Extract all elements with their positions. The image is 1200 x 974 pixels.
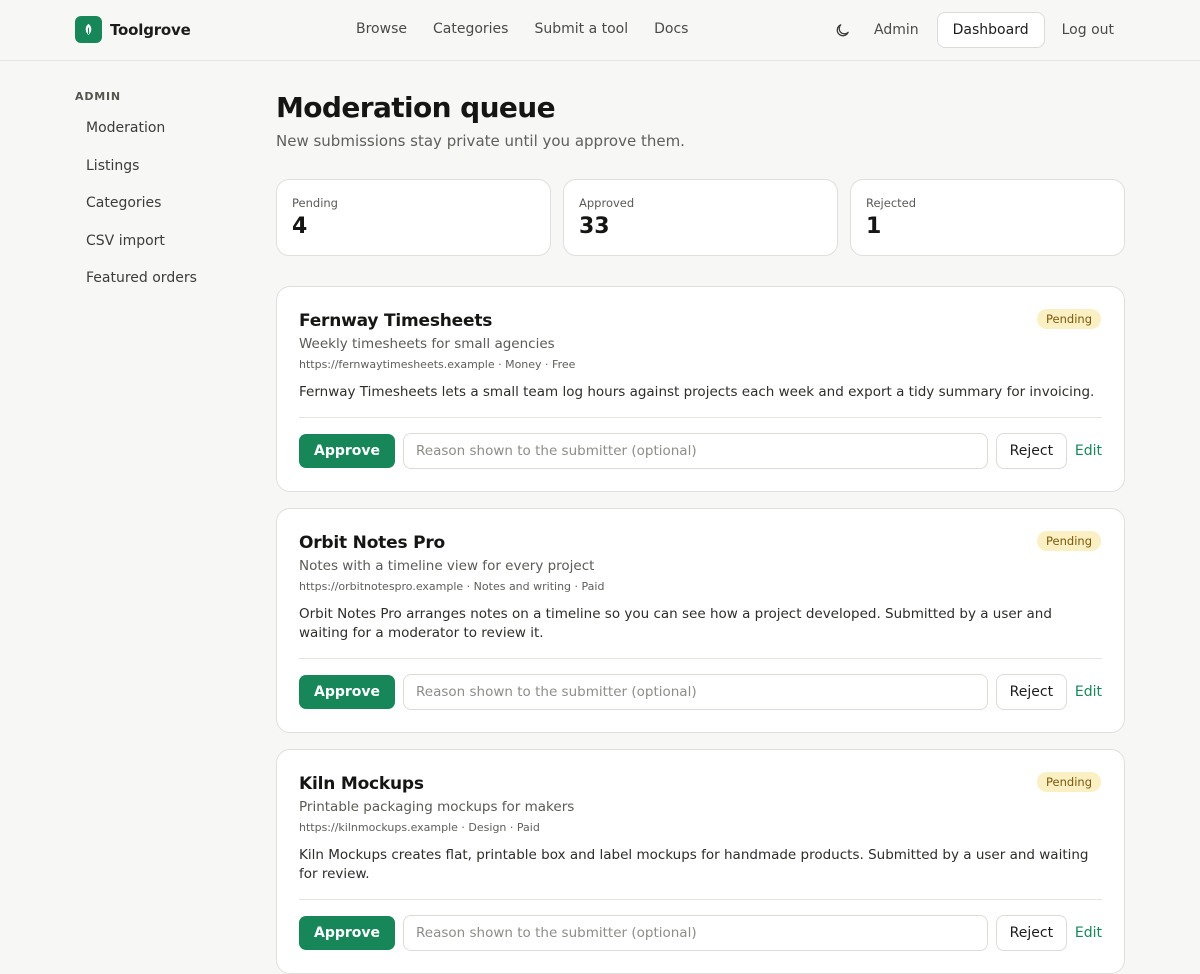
edit-link[interactable]: Edit [1075, 925, 1102, 941]
leaf-logo-icon [75, 16, 102, 43]
stat-label: Pending [292, 196, 338, 210]
submission-meta: https://orbitnotespro.example · Notes an… [299, 580, 605, 593]
moderation-actions: Approve Reject Edit [299, 674, 1102, 710]
submission-title: Fernway Timesheets [299, 311, 493, 331]
dashboard-button[interactable]: Dashboard [936, 12, 1045, 48]
main-content: Moderation queue New submissions stay pr… [276, 90, 1125, 974]
reason-input[interactable] [403, 915, 988, 951]
approve-button[interactable]: Approve [299, 434, 396, 468]
brand-name: Toolgrove [110, 20, 191, 39]
edit-link[interactable]: Edit [1075, 684, 1102, 700]
stat-label: Approved [579, 196, 635, 210]
submission-card: Pending Kiln Mockups Printable packaging… [276, 749, 1125, 974]
submission-title: Orbit Notes Pro [299, 533, 445, 553]
sidebar-item-csv-import[interactable]: CSV import [75, 230, 245, 268]
reason-input[interactable] [403, 433, 988, 469]
stat-value: 1 [866, 214, 882, 239]
page-title: Moderation queue [276, 91, 556, 124]
submission-meta: https://fernwaytimesheets.example · Mone… [299, 358, 576, 371]
stat-label: Rejected [866, 196, 917, 210]
approve-button[interactable]: Approve [299, 916, 396, 950]
nav-categories[interactable]: Categories [433, 21, 508, 37]
reject-button[interactable]: Reject [995, 915, 1067, 951]
edit-link[interactable]: Edit [1075, 443, 1102, 459]
nav-submit-a-tool[interactable]: Submit a tool [534, 21, 628, 37]
submission-card: Pending Fernway Timesheets Weekly timesh… [276, 286, 1125, 492]
status-badge: Pending [1037, 309, 1101, 329]
sidebar-item-moderation[interactable]: Moderation [75, 117, 245, 155]
sidebar-heading: ADMIN [75, 90, 121, 103]
sidebar-item-listings[interactable]: Listings [75, 155, 245, 193]
status-badge: Pending [1037, 531, 1101, 551]
page-subtitle: New submissions stay private until you a… [276, 132, 685, 150]
submission-description: Kiln Mockups creates flat, printable box… [299, 847, 1089, 882]
submission-card: Pending Orbit Notes Pro Notes with a tim… [276, 508, 1125, 733]
submission-title: Kiln Mockups [299, 774, 424, 794]
moderation-actions: Approve Reject Edit [299, 433, 1102, 469]
status-badge: Pending [1037, 772, 1101, 792]
brand-link[interactable]: Toolgrove [75, 16, 191, 43]
reject-button[interactable]: Reject [995, 674, 1067, 710]
divider [299, 658, 1102, 659]
stat-card-rejected: Rejected 1 [850, 179, 1125, 256]
sidebar-item-categories[interactable]: Categories [75, 192, 245, 230]
nav-browse[interactable]: Browse [356, 21, 407, 37]
logout-link[interactable]: Log out [1062, 22, 1114, 38]
submission-description: Fernway Timesheets lets a small team log… [299, 384, 1095, 400]
reason-input[interactable] [403, 674, 988, 710]
submission-meta: https://kilnmockups.example · Design · P… [299, 821, 540, 834]
moon-icon[interactable] [824, 12, 860, 48]
nav-docs[interactable]: Docs [654, 21, 688, 37]
submission-tagline: Notes with a timeline view for every pro… [299, 558, 595, 574]
moderation-actions: Approve Reject Edit [299, 915, 1102, 951]
stat-card-approved: Approved 33 [563, 179, 838, 256]
submission-list: Pending Fernway Timesheets Weekly timesh… [276, 286, 1125, 974]
submission-tagline: Printable packaging mockups for makers [299, 799, 575, 815]
main-nav: Browse Categories Submit a tool Docs [356, 21, 688, 37]
stats-row: Pending 4 Approved 33 Rejected 1 [276, 179, 1125, 256]
header-actions: Admin Dashboard Log out [824, 12, 1114, 48]
stat-card-pending: Pending 4 [276, 179, 551, 256]
reject-button[interactable]: Reject [995, 433, 1067, 469]
sidebar-item-featured-orders[interactable]: Featured orders [75, 267, 245, 305]
admin-link[interactable]: Admin [874, 22, 919, 38]
top-navbar: Toolgrove Browse Categories Submit a too… [0, 0, 1200, 61]
approve-button[interactable]: Approve [299, 675, 396, 709]
stat-value: 4 [292, 214, 308, 239]
stat-value: 33 [579, 214, 610, 239]
submission-tagline: Weekly timesheets for small agencies [299, 336, 555, 352]
admin-sidebar: ADMIN Moderation Listings Categories CSV… [75, 90, 245, 305]
divider [299, 417, 1102, 418]
submission-description: Orbit Notes Pro arranges notes on a time… [299, 606, 1052, 641]
